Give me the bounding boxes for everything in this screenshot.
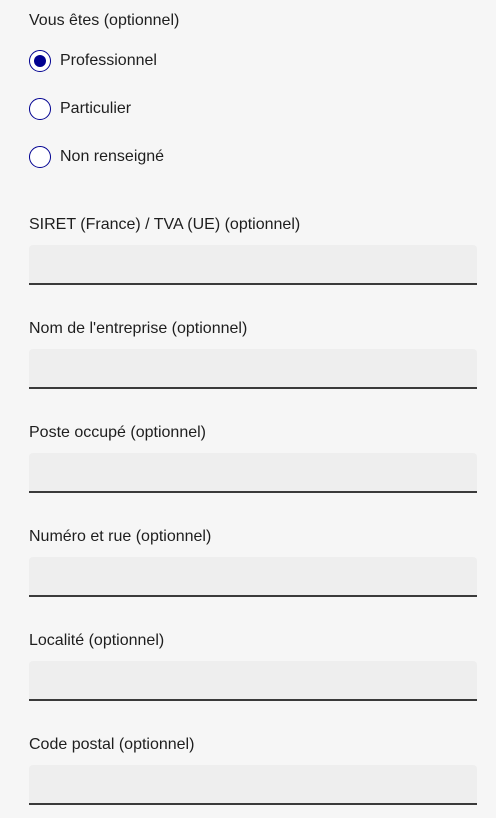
postal-code-input[interactable] — [29, 765, 477, 805]
user-type-legend: Vous êtes (optionnel) — [29, 12, 180, 29]
street-label: Numéro et rue (optionnel) — [29, 528, 212, 545]
radio-professionnel[interactable]: Professionnel — [29, 49, 157, 73]
siret-label: SIRET (France) / TVA (UE) (optionnel) — [29, 216, 301, 233]
postal-code-label: Code postal (optionnel) — [29, 736, 195, 753]
siret-input[interactable] — [29, 245, 477, 285]
job-title-label: Poste occupé (optionnel) — [29, 424, 206, 441]
radio-particulier[interactable]: Particulier — [29, 97, 131, 121]
job-title-input[interactable] — [29, 453, 477, 493]
city-input[interactable] — [29, 661, 477, 701]
radio-non-renseigne-label: Non renseigné — [60, 148, 165, 165]
radio-non-renseigne-control[interactable] — [29, 146, 51, 168]
radio-particulier-label: Particulier — [60, 100, 132, 117]
street-input[interactable] — [29, 557, 477, 597]
radio-professionnel-control[interactable] — [29, 50, 51, 72]
radio-non-renseigne[interactable]: Non renseigné — [29, 145, 164, 169]
radio-professionnel-label: Professionnel — [60, 52, 157, 69]
company-name-label: Nom de l'entreprise (optionnel) — [29, 320, 248, 337]
company-name-input[interactable] — [29, 349, 477, 389]
radio-particulier-control[interactable] — [29, 98, 51, 120]
city-label: Localité (optionnel) — [29, 632, 165, 649]
